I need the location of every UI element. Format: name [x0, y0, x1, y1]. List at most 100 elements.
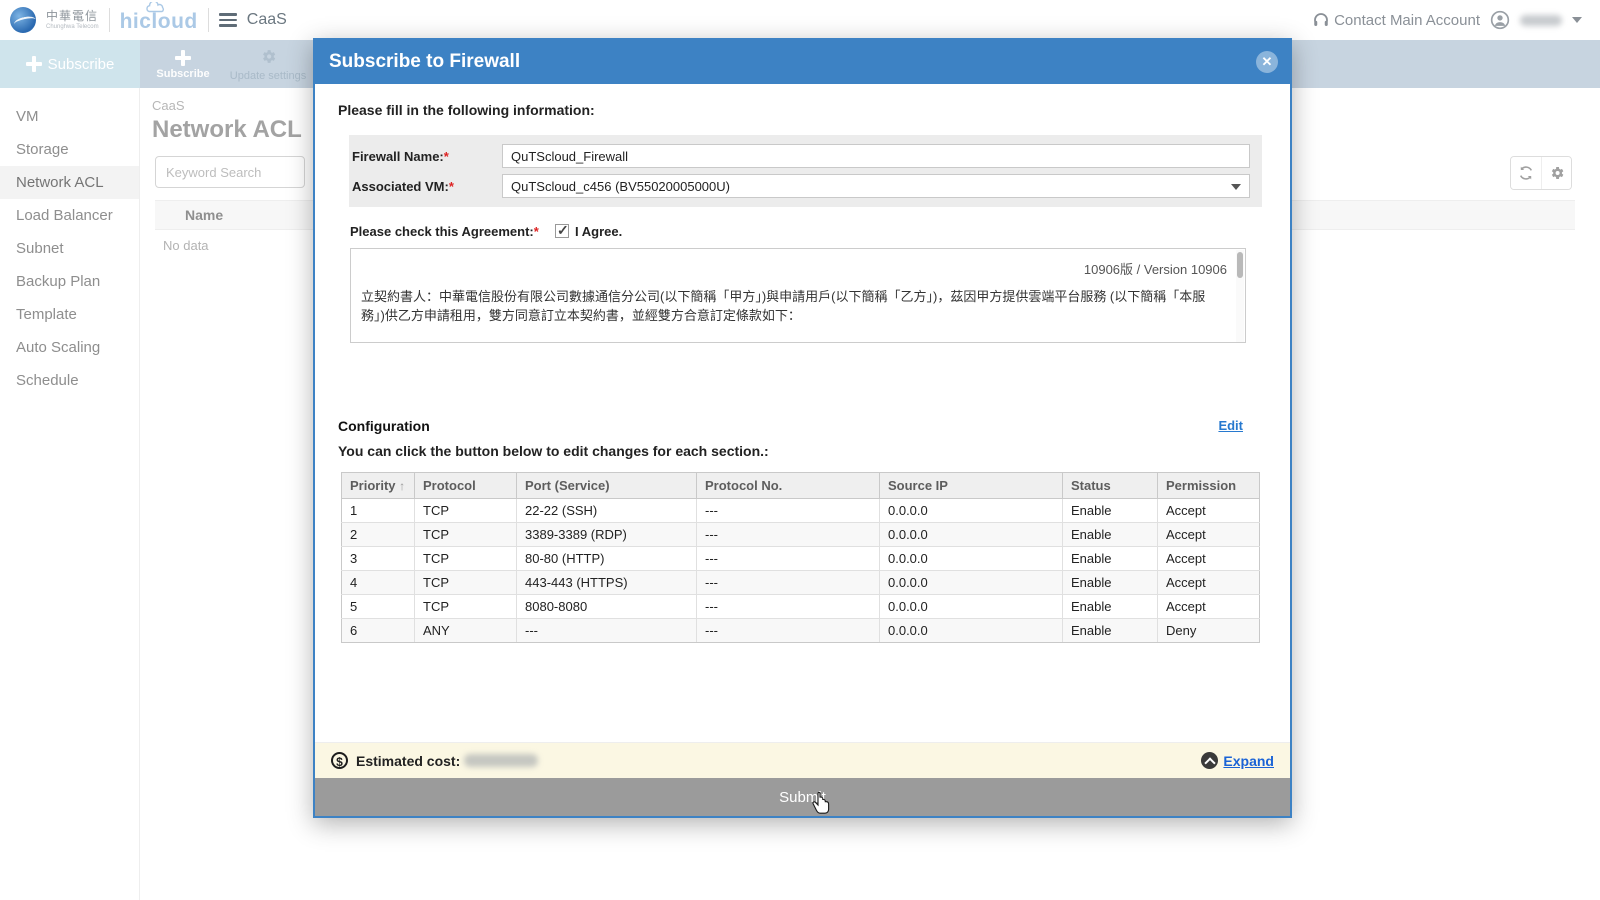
expand-link[interactable]: Expand	[1223, 753, 1274, 769]
app-name: CaaS	[247, 11, 287, 29]
configuration-heading: Configuration	[338, 418, 430, 434]
header-permission[interactable]: Permission	[1158, 473, 1260, 499]
modal-body: Please fill in the following information…	[315, 84, 1290, 816]
associated-vm-select[interactable]: QuTScloud_c456 (BV55020005000U)	[502, 174, 1250, 198]
subscribe-toolbar-label: Subscribe	[156, 68, 209, 80]
scrollbar[interactable]	[1236, 250, 1244, 343]
agreement-row: Please check this Agreement:* I Agree.	[350, 222, 622, 240]
agree-checkbox[interactable]	[555, 224, 569, 238]
close-icon[interactable]: ✕	[1256, 51, 1278, 73]
agreement-textbox[interactable]: 10906版 / Version 10906 立契約書人：中華電信股份有限公司數…	[350, 248, 1246, 343]
cell-priority: 3	[342, 547, 415, 571]
search-input[interactable]	[155, 156, 305, 188]
cell-port: 443-443 (HTTPS)	[517, 571, 697, 595]
sidebar-item-backup-plan[interactable]: Backup Plan	[0, 265, 139, 298]
contact-main-account[interactable]: Contact Main Account	[1312, 11, 1480, 29]
cell-priority: 2	[342, 523, 415, 547]
agreement-version: 10906版 / Version 10906	[361, 259, 1227, 278]
configuration-instruction: You can click the button below to edit c…	[338, 443, 769, 459]
expand-control[interactable]: Expand	[1201, 752, 1274, 769]
submit-button[interactable]: Submit	[315, 778, 1290, 816]
table-row: 5 TCP 8080-8080 --- 0.0.0.0 Enable Accep…	[342, 595, 1260, 619]
cell-source-ip: 0.0.0.0	[880, 523, 1063, 547]
cell-port: 22-22 (SSH)	[517, 499, 697, 523]
estimated-cost-bar: $ Estimated cost: Expand	[315, 742, 1290, 778]
table-header-row: Priority ↑ Protocol Port (Service) Proto…	[342, 473, 1260, 499]
hicloud-logo[interactable]: hicloud	[120, 6, 198, 34]
top-bar: 中華電信 Chunghwa Telecom hicloud CaaS Conta…	[0, 0, 1600, 40]
sidebar-item-storage[interactable]: Storage	[0, 133, 139, 166]
agreement-label: Please check this Agreement:*	[350, 224, 555, 239]
cell-protocol-no: ---	[697, 619, 880, 643]
estimated-cost-label: Estimated cost:	[356, 753, 460, 769]
update-settings-button[interactable]: Update settings	[226, 44, 310, 86]
header-source-ip[interactable]: Source IP	[880, 473, 1063, 499]
sidebar-item-schedule[interactable]: Schedule	[0, 364, 139, 397]
estimated-cost-value-blurred	[464, 754, 538, 767]
header-priority[interactable]: Priority ↑	[342, 473, 415, 499]
cell-priority: 1	[342, 499, 415, 523]
table-row: 3 TCP 80-80 (HTTP) --- 0.0.0.0 Enable Ac…	[342, 547, 1260, 571]
menu-icon[interactable]	[219, 10, 237, 30]
table-row: 2 TCP 3389-3389 (RDP) --- 0.0.0.0 Enable…	[342, 523, 1260, 547]
sidebar-item-load-balancer[interactable]: Load Balancer	[0, 199, 139, 232]
page-title: Network ACL	[152, 116, 302, 144]
subscribe-button-sidebar[interactable]: Subscribe	[0, 40, 140, 88]
associated-vm-row: Associated VM:* QuTScloud_c456 (BV550200…	[351, 171, 1250, 201]
expand-up-icon	[1201, 752, 1218, 769]
modal-title: Subscribe to Firewall	[329, 51, 520, 73]
cell-protocol: TCP	[415, 547, 517, 571]
cell-protocol-no: ---	[697, 547, 880, 571]
scrollbar-thumb[interactable]	[1237, 252, 1243, 278]
cell-status: Enable	[1063, 595, 1158, 619]
table-row: 6 ANY --- --- 0.0.0.0 Enable Deny	[342, 619, 1260, 643]
header-status[interactable]: Status	[1063, 473, 1158, 499]
gear-icon	[260, 48, 277, 68]
bg-name-header[interactable]: Name	[185, 207, 223, 223]
header-protocol-no[interactable]: Protocol No.	[697, 473, 880, 499]
sidebar-item-vm[interactable]: VM	[0, 100, 139, 133]
table-row: 1 TCP 22-22 (SSH) --- 0.0.0.0 Enable Acc…	[342, 499, 1260, 523]
cloud-icon	[146, 2, 166, 13]
cell-protocol: TCP	[415, 523, 517, 547]
header-port-service[interactable]: Port (Service)	[517, 473, 697, 499]
header-priority-label: Priority	[350, 478, 396, 493]
divider	[208, 8, 209, 32]
sidebar-item-subnet[interactable]: Subnet	[0, 232, 139, 265]
required-mark: *	[534, 224, 539, 239]
firewall-name-field[interactable]	[502, 144, 1250, 168]
breadcrumb[interactable]: CaaS	[152, 98, 185, 113]
brand-area: 中華電信 Chunghwa Telecom hicloud CaaS	[10, 0, 287, 40]
brand-name-cht: 中華電信	[46, 10, 99, 22]
plus-icon	[175, 50, 191, 66]
cell-status: Enable	[1063, 523, 1158, 547]
top-right-controls: Contact Main Account	[1312, 0, 1582, 40]
subscribe-label: Subscribe	[48, 56, 115, 73]
cell-permission: Accept	[1158, 595, 1260, 619]
cell-status: Enable	[1063, 547, 1158, 571]
chevron-down-icon[interactable]	[1572, 17, 1582, 23]
settings-button[interactable]	[1541, 157, 1571, 189]
sidebar-item-template[interactable]: Template	[0, 298, 139, 331]
header-protocol[interactable]: Protocol	[415, 473, 517, 499]
chunghwa-logo-icon	[10, 7, 36, 33]
cell-source-ip: 0.0.0.0	[880, 619, 1063, 643]
edit-link[interactable]: Edit	[1218, 418, 1243, 433]
firewall-name-label-text: Firewall Name:	[352, 149, 444, 164]
chunghwa-brand: 中華電信 Chunghwa Telecom	[46, 10, 99, 30]
cell-protocol-no: ---	[697, 595, 880, 619]
cell-protocol-no: ---	[697, 499, 880, 523]
required-mark: *	[444, 149, 449, 164]
sidebar-item-auto-scaling[interactable]: Auto Scaling	[0, 331, 139, 364]
subscribe-button-toolbar[interactable]: Subscribe	[150, 44, 216, 86]
cell-protocol-no: ---	[697, 523, 880, 547]
user-icon[interactable]	[1490, 10, 1510, 30]
select-arrow-icon	[1231, 184, 1241, 190]
agreement-body: 立契約書人：中華電信股份有限公司數據通信分公司(以下簡稱「甲方」)與申請用戶(以…	[361, 288, 1227, 326]
refresh-button[interactable]	[1511, 157, 1541, 189]
table-row: 4 TCP 443-443 (HTTPS) --- 0.0.0.0 Enable…	[342, 571, 1260, 595]
dollar-icon: $	[331, 752, 348, 769]
cell-protocol: TCP	[415, 571, 517, 595]
sidebar-item-network-acl[interactable]: Network ACL	[0, 166, 139, 199]
cell-status: Enable	[1063, 619, 1158, 643]
